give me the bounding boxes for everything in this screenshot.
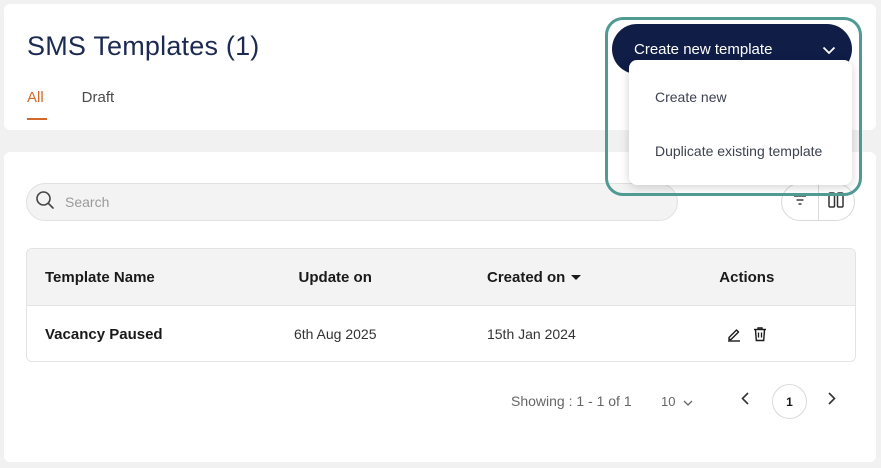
sort-down-icon [571,275,582,281]
col-actions: Actions [719,268,775,286]
chevron-down-icon [683,394,693,409]
chevron-left-icon [741,392,749,410]
actions-cell [639,326,855,342]
table-header: Template Name Update on Created on Actio… [27,249,855,306]
edit-icon[interactable] [726,326,742,342]
tab-bar: All Draft [27,89,114,120]
per-page-value: 10 [661,393,676,409]
menu-item-create-new[interactable]: Create new [655,89,727,105]
col-template-name: Template Name [45,268,155,286]
columns-icon [827,191,845,214]
create-button-label: Create new template [634,40,773,58]
chevron-right-icon [828,392,836,410]
filter-icon [793,193,807,211]
per-page-select[interactable]: 10 [661,384,693,418]
search-icon [35,190,55,215]
showing-count: Showing : 1 - 1 of 1 [511,393,632,409]
next-page-button[interactable] [822,384,842,418]
col-created-on-label: Created on [486,268,566,286]
filter-button[interactable] [782,184,818,220]
menu-item-duplicate-template[interactable]: Duplicate existing template [655,143,822,159]
tab-draft[interactable]: Draft [82,89,115,120]
updated-cell: 6th Aug 2025 [293,326,377,342]
col-created-on[interactable]: Created on [424,269,639,286]
create-template-dropdown: Create new Duplicate existing template [629,60,852,185]
search-input[interactable] [65,194,625,210]
prev-page-button[interactable] [735,384,755,418]
search-bar[interactable] [26,183,678,221]
delete-icon[interactable] [752,326,768,342]
templates-table: Template Name Update on Created on Actio… [26,248,856,362]
created-cell: 15th Jan 2024 [486,326,576,342]
columns-button[interactable] [817,184,854,220]
table-tools [781,183,855,221]
tab-all[interactable]: All [27,89,47,120]
col-update-on: Update on [298,268,372,286]
chevron-down-icon [822,42,836,59]
table-row[interactable]: Vacancy Paused 6th Aug 2025 15th Jan 202… [27,306,855,361]
page-1-button[interactable]: 1 [772,384,807,419]
page-title: SMS Templates (1) [27,31,260,61]
template-name-cell: Vacancy Paused [45,325,163,343]
